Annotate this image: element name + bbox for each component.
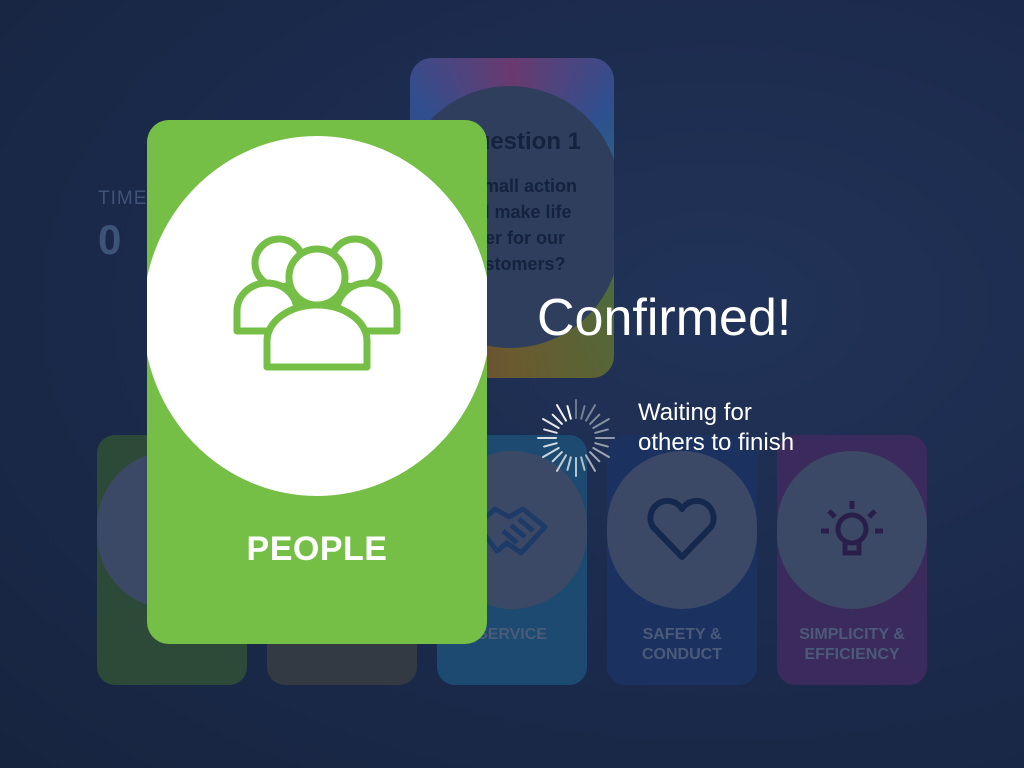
confirmed-heading: Confirmed! [537,289,792,347]
loading-spinner-icon [537,399,615,477]
spinner-tick [589,451,601,463]
waiting-message: Waiting for others to finish [638,398,794,458]
spinner-tick [566,456,572,471]
spinner-tick [594,442,609,448]
spinner-tick [556,404,567,422]
spinner-tick [543,442,558,448]
spinner-tick [580,456,586,471]
people-icon [233,235,401,371]
spinner-tick [542,418,560,429]
spinner-tick [542,447,560,458]
spinner-tick [551,451,563,463]
value-card-simplicity-label: SIMPLICITY & EFFICIENCY [799,626,905,663]
spinner-tick [566,405,572,420]
value-card-safety-disc [607,451,757,609]
value-card-simplicity-disc [777,451,927,609]
waiting-line-1: Waiting for [638,399,752,426]
selected-card-circle [147,136,487,496]
waiting-line-2: others to finish [638,429,795,456]
spinner-tick [592,418,610,429]
value-card-safety[interactable]: SAFETY & CONDUCT [607,435,757,685]
spinner-tick [589,413,601,425]
spinner-tick [551,413,563,425]
spinner-tick [556,454,567,472]
value-card-safety-label: SAFETY & CONDUCT [642,626,722,663]
timer-label: TIME [98,188,148,209]
spinner-tick [594,428,609,434]
selected-card-name: PEOPLE [246,530,388,568]
spinner-tick [585,454,596,472]
timer: TIME 0 [98,188,147,264]
lightbulb-icon [821,501,883,556]
spinner-tick [585,404,596,422]
selected-value-card: PEOPLE [147,120,487,644]
spinner-tick [580,405,586,420]
value-card-simplicity[interactable]: SIMPLICITY & EFFICIENCY [777,435,927,685]
heart-icon [647,497,717,560]
timer-value: 0 [98,216,122,263]
spinner-tick [592,447,610,458]
spinner-tick [543,428,558,434]
